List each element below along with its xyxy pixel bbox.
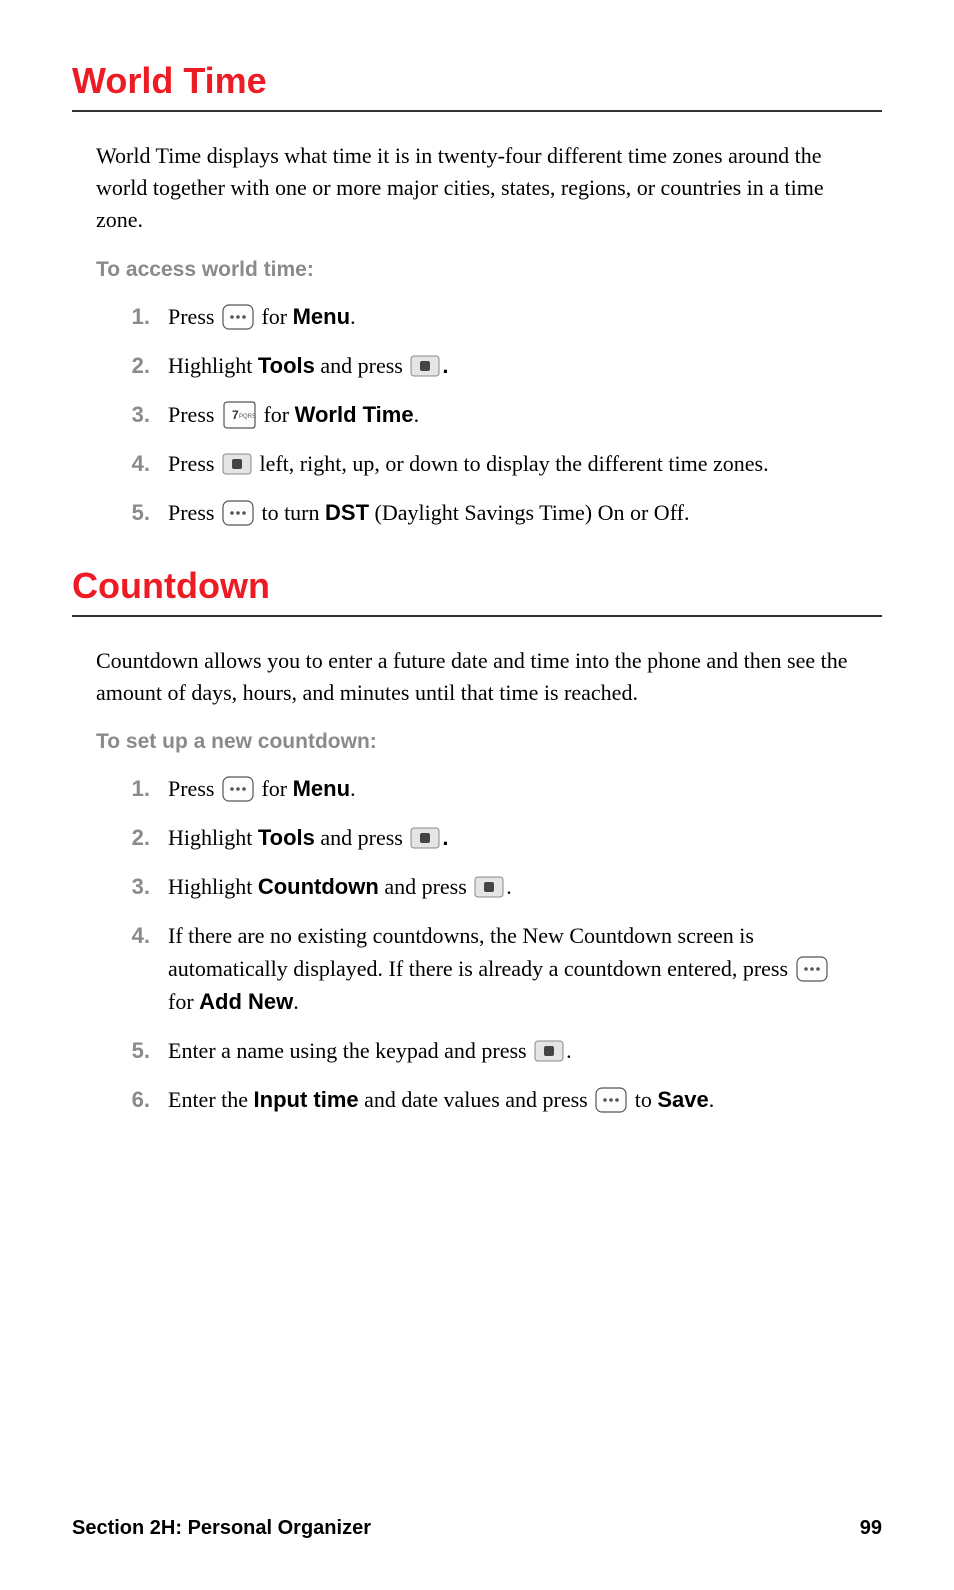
cd-step-1: 1. Press for Menu. xyxy=(112,772,858,805)
wt-step-2: 2. Highlight Tools and press . xyxy=(112,349,858,382)
cd-step-6: 6. Enter the Input time and date values … xyxy=(112,1083,858,1116)
nav-key-icon xyxy=(222,451,252,477)
world-time-heading: World Time xyxy=(72,60,882,102)
menu-key-icon xyxy=(222,776,254,802)
step-number: 5. xyxy=(112,496,150,529)
step-number: 4. xyxy=(112,919,150,952)
wt-step-1: 1. Press for Menu. xyxy=(112,300,858,333)
world-time-intro: World Time displays what time it is in t… xyxy=(96,140,858,236)
countdown-rule xyxy=(72,615,882,617)
countdown-intro: Countdown allows you to enter a future d… xyxy=(96,645,858,709)
ok-key-icon xyxy=(410,825,440,851)
footer-section: Section 2H: Personal Organizer xyxy=(72,1517,371,1540)
footer-page-number: 99 xyxy=(860,1517,882,1540)
step-number: 3. xyxy=(112,398,150,431)
menu-key-icon xyxy=(796,956,828,982)
page-footer: Section 2H: Personal Organizer 99 xyxy=(72,1517,882,1540)
step-body: Press to turn DST (Daylight Savings Time… xyxy=(168,496,858,529)
wt-step-3: 3. Press for World Time. xyxy=(112,398,858,431)
ok-key-icon xyxy=(410,353,440,379)
step-number: 5. xyxy=(112,1034,150,1067)
step-number: 2. xyxy=(112,349,150,382)
step-body: Highlight Tools and press . xyxy=(168,821,858,854)
wt-step-4: 4. Press left, right, up, or down to dis… xyxy=(112,447,858,480)
countdown-steps: 1. Press for Menu. 2. Highlight Tools an… xyxy=(112,772,858,1116)
step-number: 6. xyxy=(112,1083,150,1116)
countdown-subhead: To set up a new countdown: xyxy=(96,730,858,754)
step-number: 4. xyxy=(112,447,150,480)
step-body: Highlight Countdown and press . xyxy=(168,870,858,903)
cd-step-2: 2. Highlight Tools and press . xyxy=(112,821,858,854)
step-body: Press left, right, up, or down to displa… xyxy=(168,447,858,480)
step-body: If there are no existing countdowns, the… xyxy=(168,919,858,1018)
countdown-heading: Countdown xyxy=(72,565,882,607)
world-time-steps: 1. Press for Menu. 2. Highlight Tools an… xyxy=(112,300,858,529)
step-body: Press for Menu. xyxy=(168,300,858,333)
cd-step-4: 4. If there are no existing countdowns, … xyxy=(112,919,858,1018)
step-body: Enter the Input time and date values and… xyxy=(168,1083,858,1116)
menu-key-icon xyxy=(595,1087,627,1113)
menu-key-icon xyxy=(222,304,254,330)
cd-step-5: 5. Enter a name using the keypad and pre… xyxy=(112,1034,858,1067)
step-number: 1. xyxy=(112,300,150,333)
world-time-subhead: To access world time: xyxy=(96,258,858,282)
world-time-rule xyxy=(72,110,882,112)
menu-key-icon xyxy=(222,500,254,526)
step-body: Press for World Time. xyxy=(168,398,858,431)
step-body: Enter a name using the keypad and press … xyxy=(168,1034,858,1067)
ok-key-icon xyxy=(534,1038,564,1064)
step-number: 2. xyxy=(112,821,150,854)
seven-key-icon xyxy=(222,401,256,429)
wt-step-5: 5. Press to turn DST (Daylight Savings T… xyxy=(112,496,858,529)
step-body: Press for Menu. xyxy=(168,772,858,805)
cd-step-3: 3. Highlight Countdown and press . xyxy=(112,870,858,903)
step-body: Highlight Tools and press . xyxy=(168,349,858,382)
step-number: 1. xyxy=(112,772,150,805)
ok-key-icon xyxy=(474,874,504,900)
step-number: 3. xyxy=(112,870,150,903)
